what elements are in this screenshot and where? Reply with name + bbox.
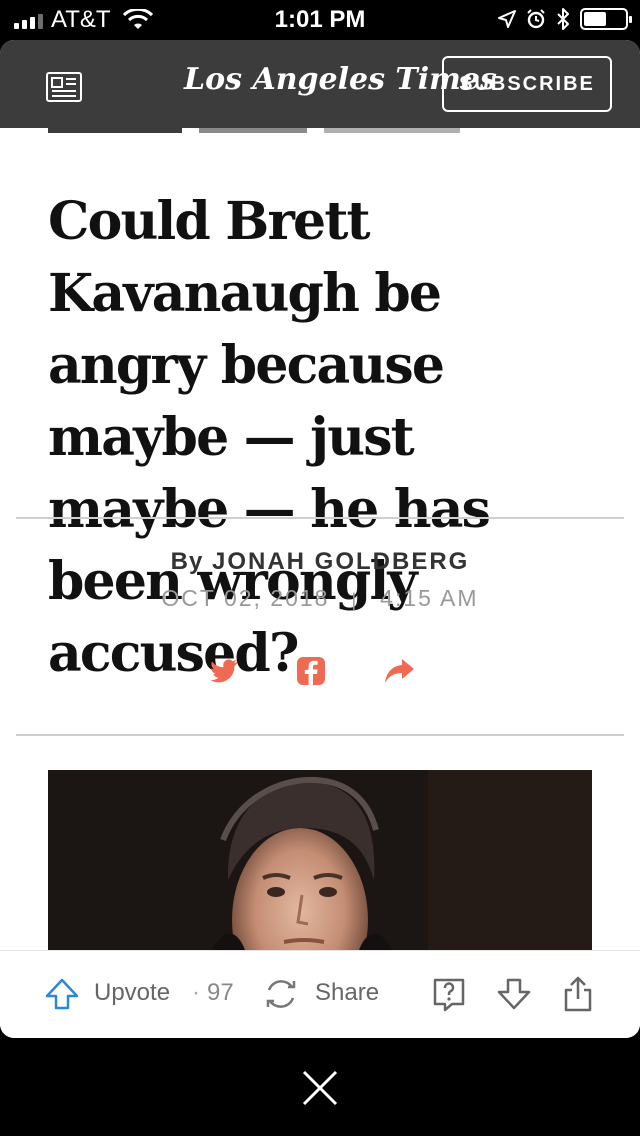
bluetooth-icon — [557, 8, 569, 30]
social-share-row — [0, 654, 640, 690]
section-tab-indicator[interactable] — [199, 128, 307, 133]
site-header: Los Angeles Times SUBSCRIBE — [0, 40, 640, 128]
share-label[interactable]: Share — [315, 979, 379, 1007]
byline-prefix: By — [170, 548, 204, 575]
twitter-icon[interactable] — [206, 654, 240, 688]
share-cycle-icon[interactable] — [262, 975, 300, 1013]
facebook-icon[interactable] — [294, 654, 328, 688]
portrait-image — [48, 770, 592, 960]
upvote-separator: · — [192, 979, 200, 1006]
article-headline: Could Brett Kavanaugh be angry because m… — [48, 191, 491, 684]
sections-newspaper-icon[interactable] — [46, 72, 82, 102]
divider — [16, 734, 624, 736]
close-icon[interactable] — [300, 1068, 340, 1108]
byline: By JONAH GOLDBERG — [0, 548, 640, 576]
share-upload-icon[interactable] — [562, 975, 594, 1013]
share-arrow-icon[interactable] — [382, 654, 416, 688]
divider — [16, 517, 624, 519]
publish-date: OCT 02, 2018 — [161, 585, 330, 611]
upvote-arrow-icon[interactable] — [44, 977, 80, 1011]
article-photo[interactable] — [48, 770, 592, 960]
date-separator: | — [351, 590, 359, 610]
status-bar: AT&T 1:01 PM — [0, 0, 640, 40]
action-bar: Upvote · 97 Share — [0, 950, 640, 1038]
alarm-icon — [527, 9, 545, 29]
help-question-icon[interactable] — [432, 977, 466, 1013]
battery-icon — [580, 8, 632, 30]
modal-footer — [0, 1038, 640, 1136]
upvote-count: 97 — [207, 979, 234, 1006]
author-name[interactable]: JONAH GOLDBERG — [212, 548, 469, 575]
section-tabs-strip — [0, 128, 640, 134]
subscribe-button[interactable]: SUBSCRIBE — [442, 56, 612, 112]
article-sheet: Los Angeles Times SUBSCRIBE Could Brett … — [0, 40, 640, 1038]
status-right — [498, 8, 632, 30]
location-arrow-icon — [498, 10, 516, 28]
downvote-arrow-icon[interactable] — [496, 977, 532, 1011]
upvote-label[interactable]: Upvote — [94, 979, 170, 1007]
section-tab-indicator[interactable] — [48, 128, 182, 133]
publish-time: 4:15 AM — [380, 585, 479, 611]
section-tab-indicator[interactable] — [324, 128, 460, 133]
dateline: OCT 02, 2018 | 4:15 AM — [0, 585, 640, 612]
